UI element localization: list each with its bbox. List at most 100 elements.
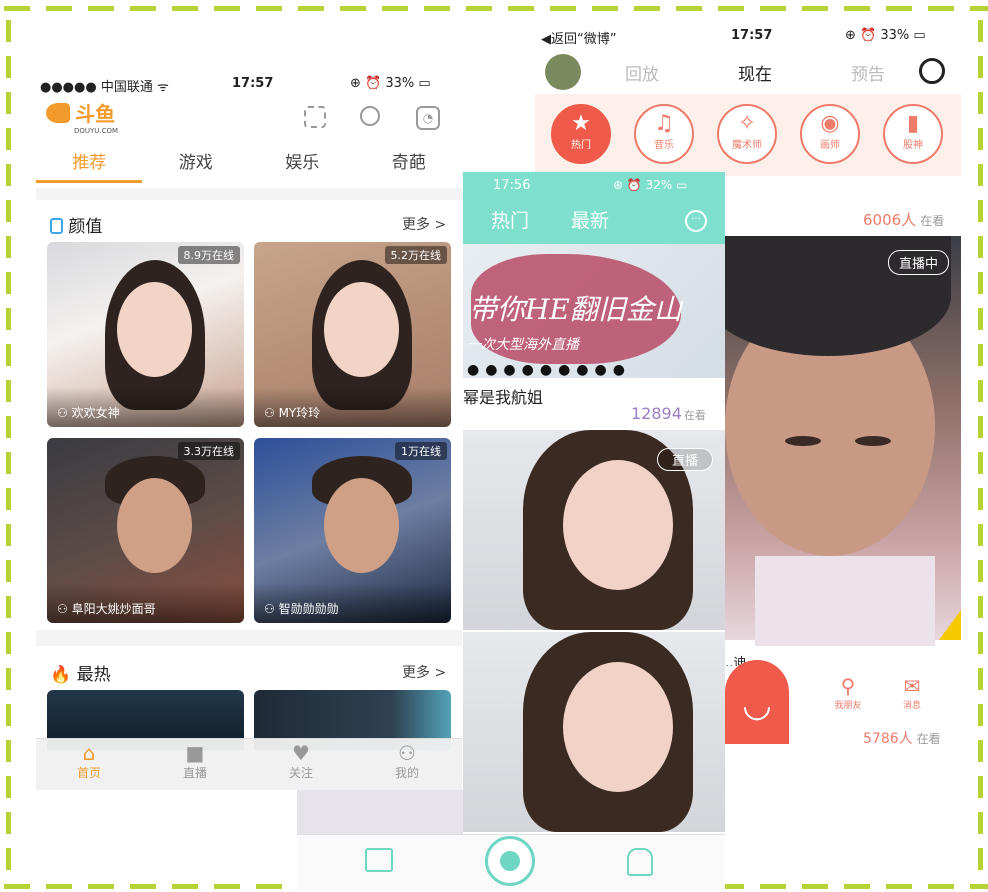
category-button-1[interactable]: ♫ 音乐 [634,104,694,164]
miaopai-left-strip [297,790,463,834]
banner-text: 带你HE翻旧金山 [469,293,682,326]
frame-dash [382,6,408,11]
frame-dash [6,560,11,582]
record-button[interactable]: ◡ [725,660,789,744]
user-icon: ⚇ [398,741,416,765]
miaopai-video-2[interactable] [463,632,725,832]
weibo-tab-1[interactable]: 现在 [738,60,772,85]
frame-dash [928,884,954,889]
frame-dash [978,704,983,726]
nav-item-0[interactable]: ⌂ 首页 [36,742,142,781]
miaopai-video-1[interactable]: 直播 [463,430,725,630]
camera-record-button[interactable] [485,836,535,886]
douyu-tab-2[interactable]: 娱乐 [249,148,356,184]
weibo-viewers-row: 6006人 在看 [863,211,945,229]
tab-underline [36,180,142,183]
category-button-0[interactable]: ★ 热门 [551,104,611,164]
section2-more[interactable]: 更多 > [402,662,446,682]
miaopai-status-time: 17:56 [493,178,531,193]
weibo-tab-0[interactable]: 回放 [625,60,659,85]
weibo-back-status[interactable]: ◀返回“微博” [541,28,616,47]
streamer-face [324,478,399,573]
streamer-name: ⚇ MY玲玲 [264,406,321,420]
douyu-tab-0[interactable]: 推荐 [36,148,143,184]
frame-dash [978,164,983,186]
stream-card[interactable]: 1万在线 ⚇ 智勋勋勋勋 [254,438,451,623]
frame-dash [172,6,198,11]
douyu-tab-3[interactable]: 奇葩 [356,148,463,184]
category-label: 热门 [571,140,591,151]
miaopai-viewers-row: 12894 在看 [631,404,706,423]
streamer-face [117,478,192,573]
category-label: 音乐 [654,140,674,151]
nav-item-2[interactable]: ♥ 关注 [248,742,354,781]
frame-dash [978,668,983,690]
frame-dash [298,6,324,11]
frame-dash [978,344,983,366]
streamer-name: ⚇ 欢欢女神 [57,406,120,420]
frame-dash [978,56,983,78]
frame-dash [844,6,870,11]
profile-icon[interactable] [627,848,653,876]
weibo-avatar[interactable] [545,54,581,90]
stream-card[interactable]: 3.3万在线 ⚇ 阜阳大姚炒面哥 [47,438,244,623]
frame-dash [6,812,11,834]
frame-dash [978,776,983,798]
douyu-status-time: 17:57 [232,76,274,91]
weibo-live-video[interactable]: 直播中 [695,236,961,646]
frame-dash [88,6,114,11]
frame-dash [978,740,983,762]
chat-icon[interactable]: ··· [685,210,707,232]
eye-left [785,436,821,446]
category-button-3[interactable]: ◉ 画师 [800,104,860,164]
douyu-logo[interactable]: 斗鱼 DOUYU.COM [46,98,118,135]
friend-icon[interactable]: ⚲ 我朋友 [823,674,873,711]
frame-dash [6,20,11,42]
star-icon: ★ [571,111,591,136]
frame-dash [978,560,983,582]
stream-card[interactable]: 8.9万在线 ⚇ 欢欢女神 [47,242,244,427]
miaopai-banner[interactable]: 带你HE翻旧金山 一次大型海外直播 ●●●●●●●●● [463,244,725,378]
nav-item-3[interactable]: ⚇ 我的 [354,742,460,781]
home-icon: ⌂ [82,741,96,765]
live-badge: 直播中 [887,250,949,275]
frame-dash [844,884,870,889]
frame-dash [6,776,11,798]
scan-icon[interactable] [304,106,326,128]
search-icon[interactable] [919,58,945,84]
category-button-4[interactable]: ▮ 股神 [883,104,943,164]
section1-more[interactable]: 更多 > [402,214,446,234]
stream-card[interactable]: 5.2万在线 ⚇ MY玲玲 [254,242,451,427]
frame-dash [978,632,983,654]
history-icon[interactable]: ◔ [416,106,440,130]
online-count-badge: 1万在线 [395,442,447,460]
banner-dots: ●●●●●●●●● [467,362,631,378]
frame-dash [6,488,11,510]
frame-dash [256,6,282,11]
frame-dash [886,6,912,11]
douyu-screenshot: ●●●●● 中国联通 ᯤ 17:57 ⊕ ⏰ 33% ▭ 斗鱼 DOUYU.CO… [36,70,462,790]
frame-dash [172,884,198,889]
nav-label: 我的 [394,766,419,780]
search-icon[interactable] [360,106,380,126]
tab-new[interactable]: 最新 [571,206,609,233]
frame-dash [6,704,11,726]
frame-dash [6,164,11,186]
frame-dash [978,416,983,438]
frame-dash [6,380,11,402]
frame-dash [6,668,11,690]
frame-dash [802,6,828,11]
streamer-name: ⚇ 阜阳大姚炒面哥 [57,602,156,616]
frame-dash [978,20,983,42]
user-icon: ⚇ [264,406,279,420]
douyu-tab-1[interactable]: 游戏 [143,148,250,184]
frame-dash [978,272,983,294]
tab-hot[interactable]: 热门 [491,206,529,233]
category-button-2[interactable]: ✧ 魔术师 [717,104,777,164]
nav-item-1[interactable]: ■ 直播 [142,742,248,781]
tv-icon[interactable] [365,848,393,872]
frame-dash [6,596,11,618]
weibo-tab-2[interactable]: 预告 [851,60,885,85]
frame-dash [256,884,282,889]
message-icon[interactable]: ✉ 消息 [887,674,937,711]
